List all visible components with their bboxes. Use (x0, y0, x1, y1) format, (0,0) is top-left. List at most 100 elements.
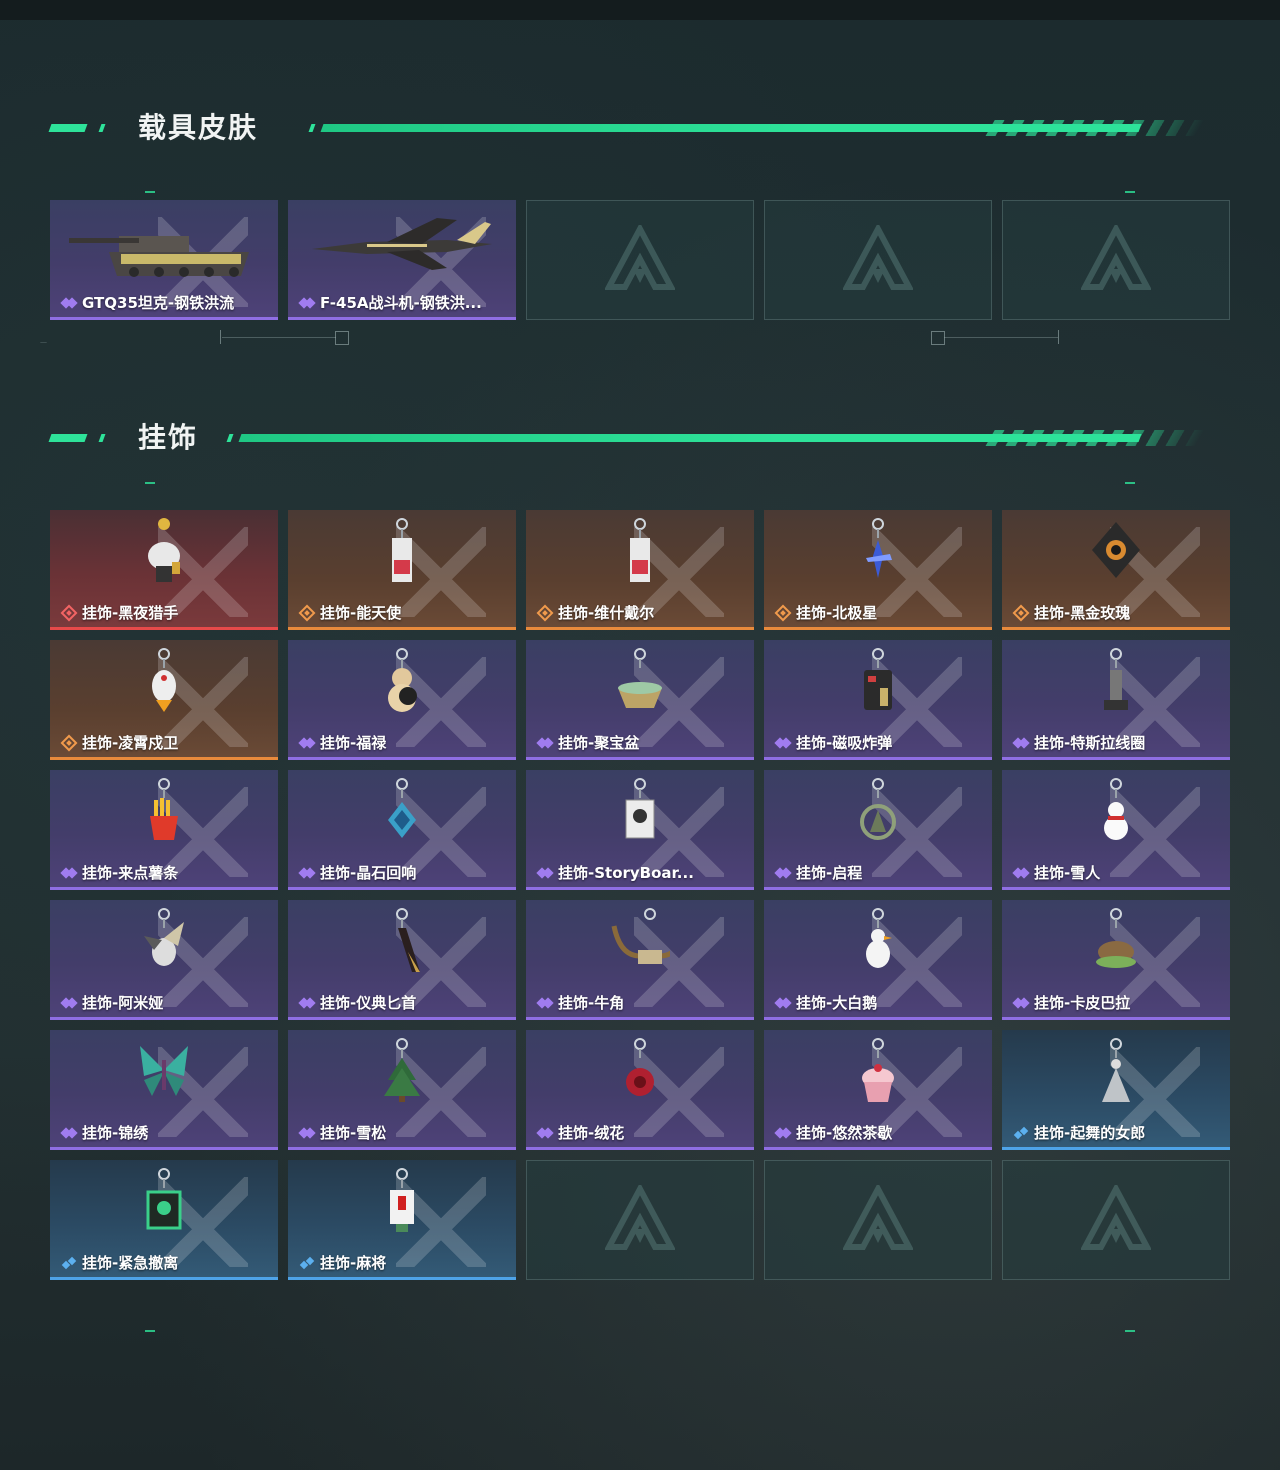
item-name: 挂饰-磁吸炸弹 (796, 734, 893, 752)
rarity-gem-icon (776, 736, 790, 750)
rarity-gem-icon (1014, 606, 1028, 620)
charm-card[interactable]: 挂饰-黑金玫瑰 (1002, 510, 1230, 630)
item-label: 挂饰-凌霄戍卫 (62, 732, 178, 753)
tank-icon (69, 214, 259, 288)
item-label: 挂饰-磁吸炸弹 (776, 732, 892, 753)
dagger-charm-icon (372, 906, 432, 980)
rarity-gem-icon (62, 866, 76, 880)
item-name: 挂饰-黑夜猎手 (82, 604, 179, 622)
charm-card[interactable]: 挂饰-仪典匕首 (288, 900, 516, 1020)
item-name: 挂饰-仪典匕首 (320, 994, 417, 1012)
item-label: 挂饰-聚宝盆 (538, 732, 639, 753)
goose-charm-icon (848, 906, 908, 980)
charm-card[interactable]: 挂饰-锦绣 (50, 1030, 278, 1150)
item-name: 挂饰-锦绣 (82, 1124, 149, 1142)
rarity-gem-icon (300, 996, 314, 1010)
header-dash (48, 124, 88, 132)
charm-card[interactable]: 挂饰-维什戴尔 (526, 510, 754, 630)
vehicle-skin-card[interactable]: F-45A战斗机-钢铁洪... (288, 200, 516, 320)
charm-card[interactable]: 挂饰-雪松 (288, 1030, 516, 1150)
section-title: 挂饰 (138, 421, 199, 454)
rarity-gem-icon (538, 1126, 552, 1140)
mahjong-charm-icon (372, 1166, 432, 1240)
item-name: 挂饰-紧急撤离 (82, 1254, 179, 1272)
charm-card[interactable]: 挂饰-启程 (764, 770, 992, 890)
item-label: 挂饰-绒花 (538, 1122, 624, 1143)
item-label: 挂饰-锦绣 (62, 1122, 148, 1143)
item-label: 挂饰-卡皮巴拉 (1014, 992, 1130, 1013)
placeholder-logo-icon (1079, 1182, 1153, 1255)
item-name: 挂饰-聚宝盆 (558, 734, 640, 752)
charm-card[interactable]: 挂饰-特斯拉线圈 (1002, 640, 1230, 760)
item-name: 挂饰-维什戴尔 (558, 604, 655, 622)
charm-card[interactable]: 挂饰-大白鹅 (764, 900, 992, 1020)
charm-card[interactable]: 挂饰-StoryBoar... (526, 770, 754, 890)
charm-card[interactable]: 挂饰-福禄 (288, 640, 516, 760)
rarity-gem-icon (62, 996, 76, 1010)
tesla-coil-icon (1086, 646, 1146, 720)
rarity-gem-icon (62, 1256, 76, 1270)
item-name: 挂饰-黑金玫瑰 (1034, 604, 1131, 622)
charm-card[interactable]: 挂饰-绒花 (526, 1030, 754, 1150)
item-name: 挂饰-悠然茶歇 (796, 1124, 893, 1142)
header-dash (98, 124, 106, 132)
empty-slot (526, 200, 754, 320)
placeholder-logo-icon (603, 222, 677, 295)
charm-card[interactable]: 挂饰-卡皮巴拉 (1002, 900, 1230, 1020)
rarity-gem-icon (1014, 736, 1028, 750)
charm-card[interactable]: 挂饰-悠然茶歇 (764, 1030, 992, 1150)
empty-slot (1002, 200, 1230, 320)
rarity-gem-icon (300, 606, 314, 620)
corner-tick (145, 191, 155, 193)
treasure-bowl-icon (610, 646, 670, 720)
charm-card[interactable]: 挂饰-雪人 (1002, 770, 1230, 890)
charm-card[interactable]: 挂饰-来点薯条 (50, 770, 278, 890)
hud-tick (1058, 330, 1059, 344)
rarity-gem-icon (62, 1126, 76, 1140)
charm-card[interactable]: 挂饰-凌霄戍卫 (50, 640, 278, 760)
vehicle-skin-card[interactable]: GTQ35坦克-钢铁洪流 (50, 200, 278, 320)
corner-tick (145, 1330, 155, 1332)
charm-card[interactable]: 挂饰-黑夜猎手 (50, 510, 278, 630)
rarity-gem-icon (62, 736, 76, 750)
hud-box (335, 331, 349, 345)
bunny-charm-icon (134, 906, 194, 980)
rarity-gem-icon (300, 866, 314, 880)
item-name: 挂饰-来点薯条 (82, 864, 179, 882)
header-dash (48, 434, 88, 442)
charm-card[interactable]: 挂饰-阿米娅 (50, 900, 278, 1020)
rarity-gem-icon (776, 1126, 790, 1140)
placeholder-logo-icon (841, 222, 915, 295)
star-charm-icon (848, 516, 908, 590)
rarity-gem-icon (300, 736, 314, 750)
rarity-gem-icon (776, 996, 790, 1010)
rarity-gem-icon (1014, 866, 1028, 880)
placeholder-logo-icon (603, 1182, 677, 1255)
item-label: 挂饰-黑夜猎手 (62, 602, 178, 623)
charm-card[interactable]: 挂饰-晶石回响 (288, 770, 516, 890)
charm-card[interactable]: 挂饰-磁吸炸弹 (764, 640, 992, 760)
charm-card[interactable]: 挂饰-起舞的女郎 (1002, 1030, 1230, 1150)
bomb-charm-icon (848, 646, 908, 720)
item-name: F-45A战斗机-钢铁洪... (320, 294, 482, 312)
item-name: 挂饰-福禄 (320, 734, 387, 752)
charm-card[interactable]: 挂饰-北极星 (764, 510, 992, 630)
item-label: GTQ35坦克-钢铁洪流 (62, 292, 234, 313)
empty-slot (526, 1160, 754, 1280)
charm-card[interactable]: 挂饰-麻将 (288, 1160, 516, 1280)
mech-charm-icon (134, 516, 194, 590)
exit-sign-charm-icon (134, 1166, 194, 1240)
item-name: 挂饰-牛角 (558, 994, 625, 1012)
fries-charm-icon (134, 776, 194, 850)
item-label: 挂饰-阿米娅 (62, 992, 163, 1013)
item-name: 挂饰-绒花 (558, 1124, 625, 1142)
charm-card[interactable]: 挂饰-聚宝盆 (526, 640, 754, 760)
rarity-gem-icon (538, 996, 552, 1010)
charm-card[interactable]: 挂饰-牛角 (526, 900, 754, 1020)
rarity-gem-icon (538, 736, 552, 750)
rarity-gem-icon (1014, 1126, 1028, 1140)
item-name: 挂饰-雪松 (320, 1124, 387, 1142)
charm-card[interactable]: 挂饰-能天使 (288, 510, 516, 630)
charm-card[interactable]: 挂饰-紧急撤离 (50, 1160, 278, 1280)
item-label: 挂饰-仪典匕首 (300, 992, 416, 1013)
